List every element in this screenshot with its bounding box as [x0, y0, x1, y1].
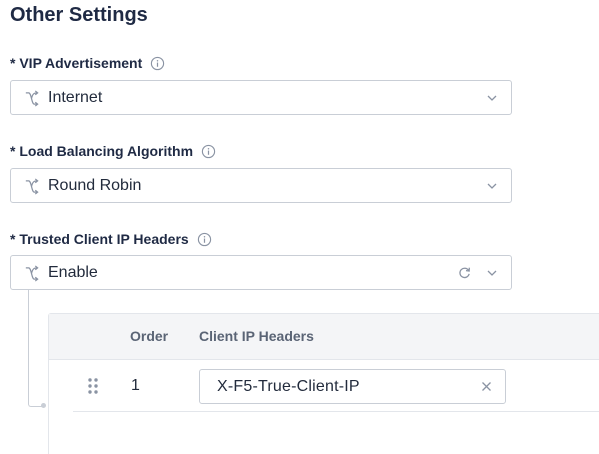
client-ip-headers-table: Order Client IP Headers 1 X-F5-True-Clie…	[48, 313, 599, 454]
info-icon[interactable]	[201, 144, 216, 159]
vip-advertisement-value: Internet	[48, 88, 103, 106]
info-icon[interactable]	[150, 56, 165, 71]
route-icon	[25, 178, 39, 195]
table-row: 1 X-F5-True-Client-IP	[73, 359, 599, 412]
column-header-client-ip-headers: Client IP Headers	[199, 328, 314, 344]
info-icon[interactable]	[197, 232, 212, 247]
trusted-client-ip-value: Enable	[48, 263, 98, 281]
order-cell: 1	[131, 377, 140, 394]
drag-handle-icon[interactable]	[87, 377, 99, 395]
clear-icon[interactable]	[481, 381, 492, 392]
vip-advertisement-label: * VIP Advertisement	[10, 55, 165, 71]
section-title: Other Settings	[10, 4, 148, 26]
chevron-down-icon[interactable]	[487, 182, 497, 190]
column-header-order: Order	[130, 328, 169, 344]
vip-advertisement-select[interactable]: Internet	[10, 80, 512, 115]
load-balancing-select[interactable]: Round Robin	[10, 168, 512, 203]
trusted-client-ip-select[interactable]: Enable	[10, 255, 512, 290]
tree-connector-dot	[41, 403, 46, 408]
client-ip-header-value[interactable]: X-F5-True-Client-IP	[217, 378, 360, 396]
table-header: Order Client IP Headers	[49, 314, 599, 360]
trusted-client-ip-label-text: * Trusted Client IP Headers	[10, 231, 189, 247]
trusted-client-ip-label: * Trusted Client IP Headers	[10, 231, 212, 247]
vip-advertisement-label-text: * VIP Advertisement	[10, 55, 143, 71]
chevron-down-icon[interactable]	[487, 94, 497, 102]
client-ip-header-input[interactable]: X-F5-True-Client-IP	[199, 369, 506, 404]
load-balancing-value: Round Robin	[48, 176, 142, 194]
route-icon	[25, 265, 39, 282]
route-icon	[25, 90, 39, 107]
load-balancing-label-text: * Load Balancing Algorithm	[10, 143, 194, 159]
chevron-down-icon[interactable]	[487, 269, 497, 277]
load-balancing-label: * Load Balancing Algorithm	[10, 143, 216, 159]
refresh-icon[interactable]	[458, 266, 471, 279]
tree-connector-line	[28, 290, 45, 407]
